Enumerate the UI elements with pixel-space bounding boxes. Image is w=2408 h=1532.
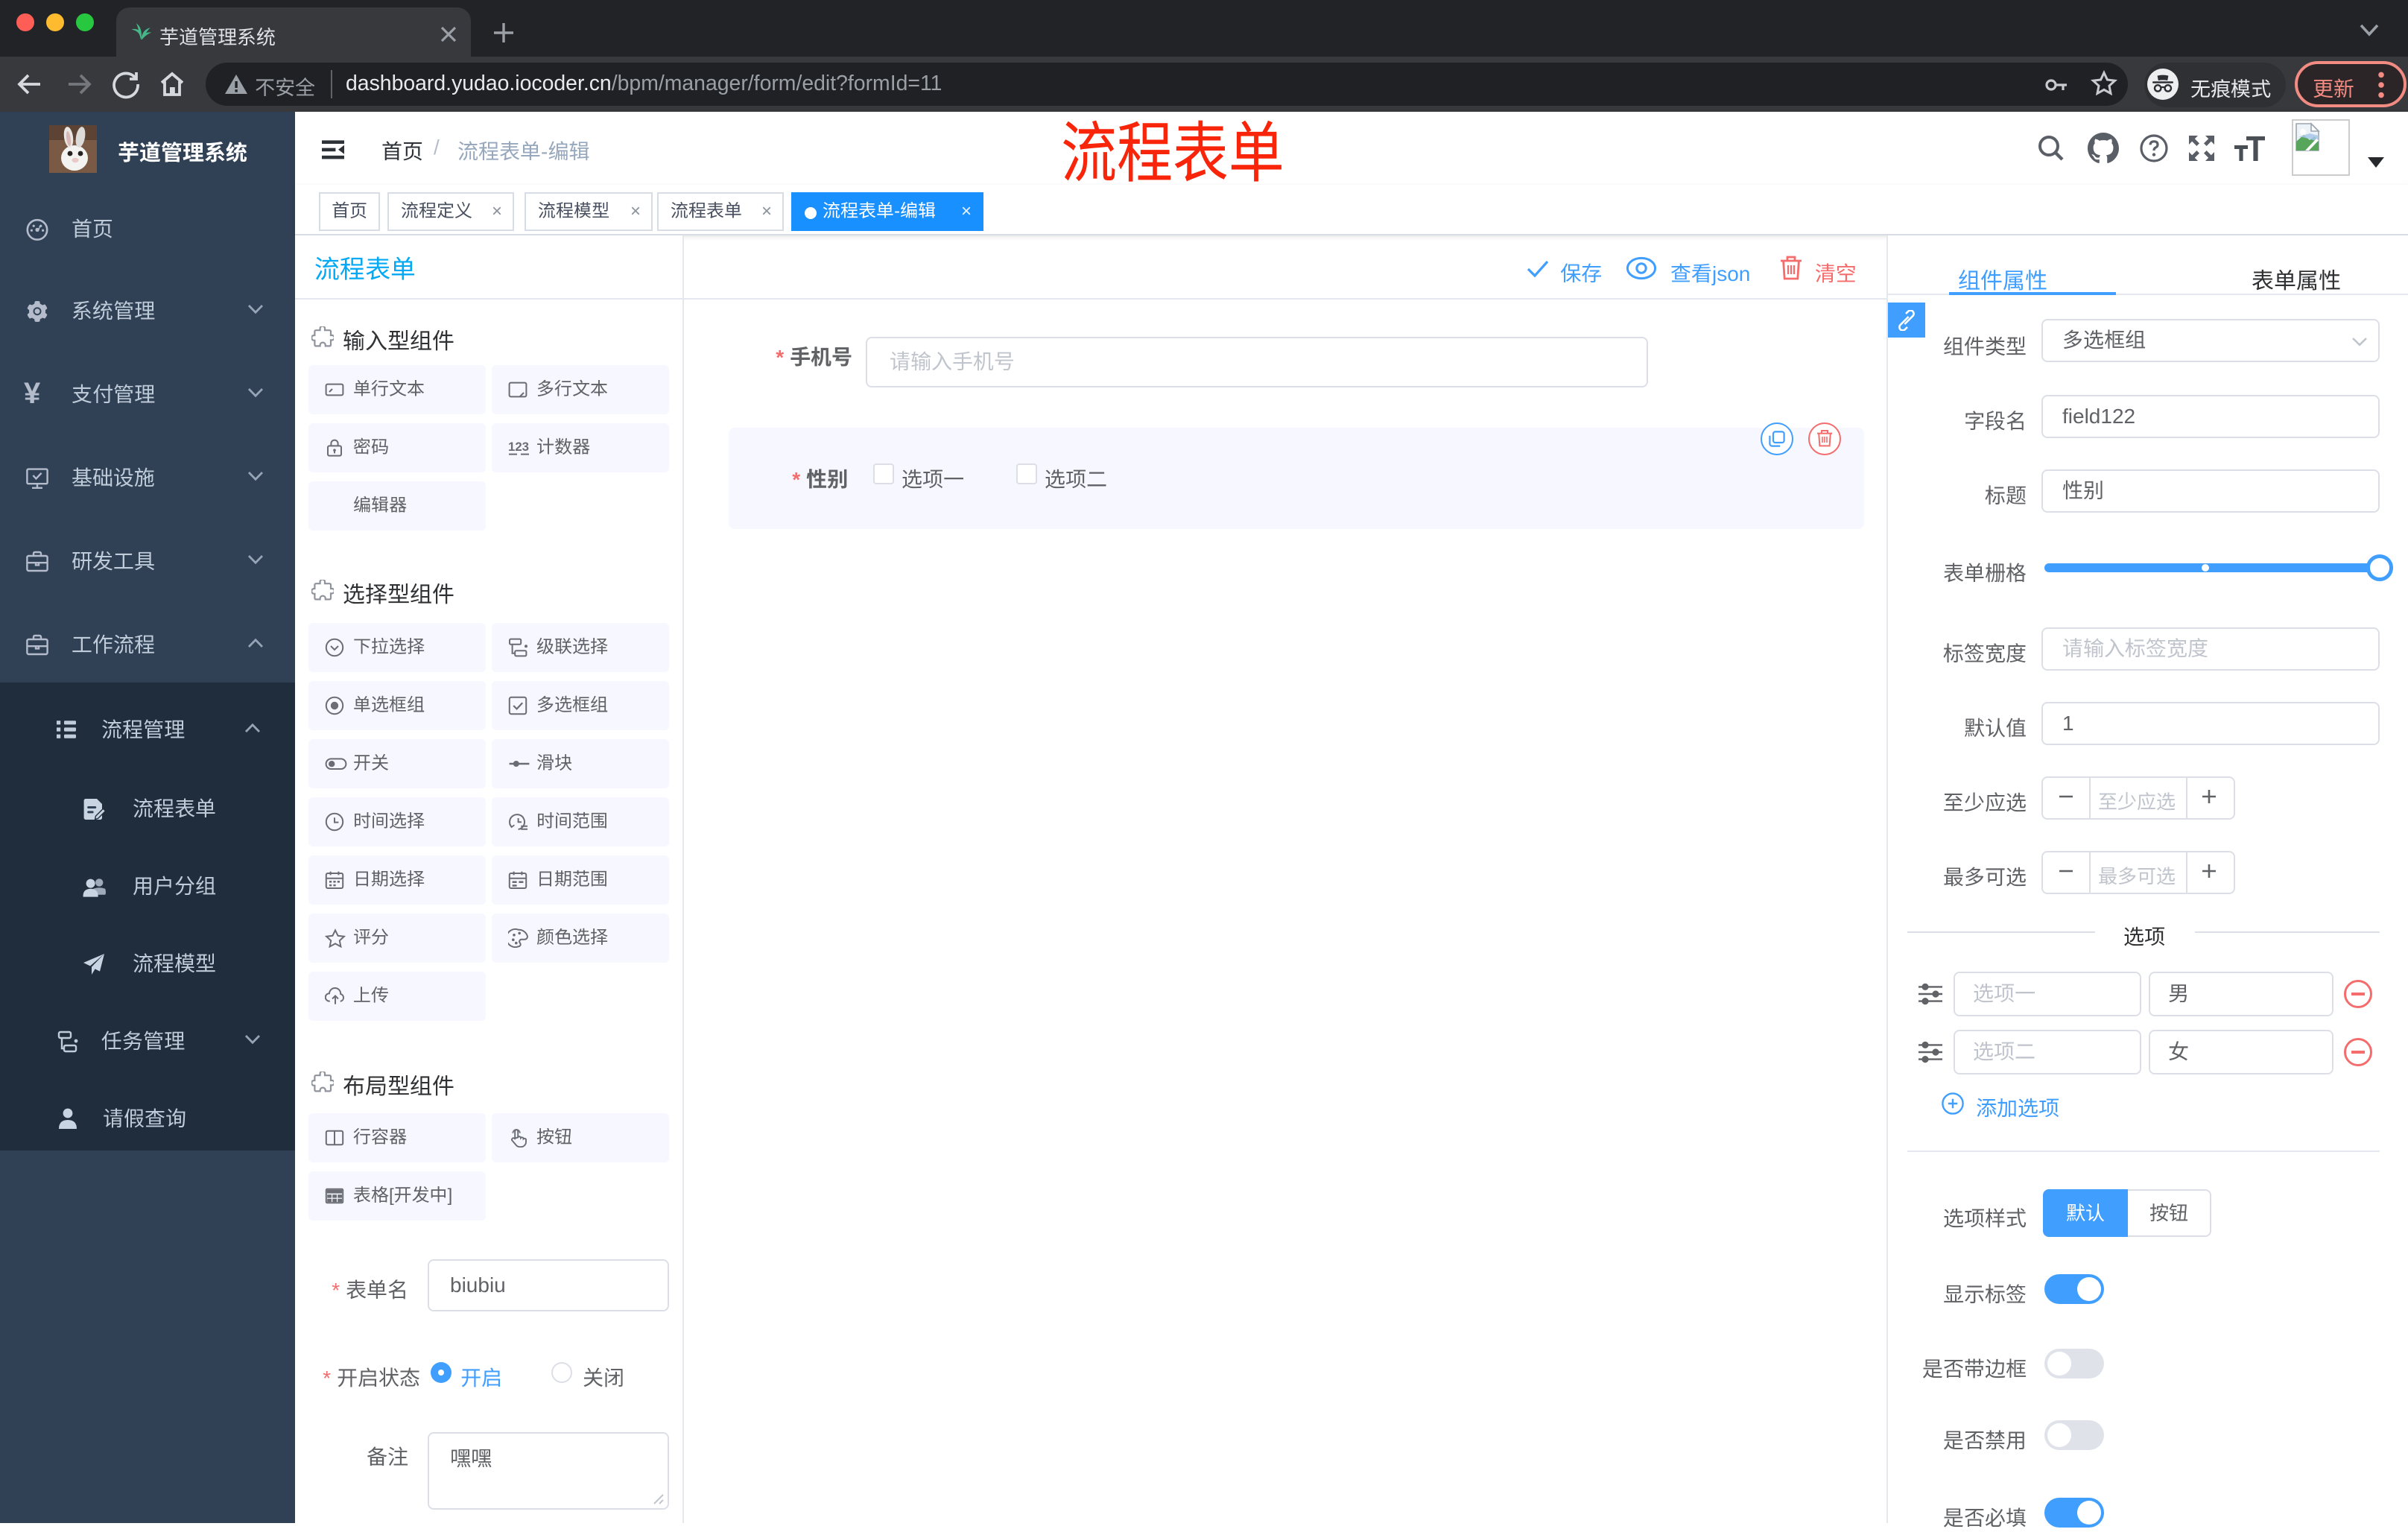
svg-text:123: 123: [508, 440, 529, 454]
